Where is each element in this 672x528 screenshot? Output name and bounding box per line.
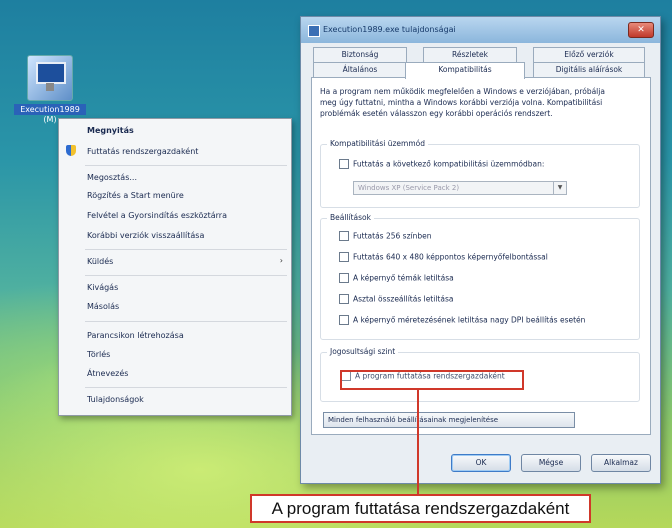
ok-button[interactable]: OK	[451, 454, 511, 472]
uac-shield-icon	[66, 145, 76, 156]
chevron-down-icon: ▼	[553, 182, 566, 194]
menu-item-share[interactable]: Megosztás...	[87, 173, 137, 182]
checkbox-compat-mode[interactable]: Futtatás a következő kompatibilitási üze…	[339, 159, 544, 169]
menu-item-create-shortcut[interactable]: Parancsikon létrehozása	[87, 331, 184, 340]
tab-previous-versions[interactable]: Előző verziók	[533, 47, 645, 62]
menu-item-run-as-admin[interactable]: Futtatás rendszergazdaként	[87, 147, 198, 156]
menu-item-properties[interactable]: Tulajdonságok	[87, 395, 144, 404]
os-select[interactable]: Windows XP (Service Pack 2) ▼	[353, 181, 567, 195]
group-settings: Beállítások Futtatás 256 színben Futtatá…	[320, 213, 640, 340]
menu-item-delete[interactable]: Törlés	[87, 350, 110, 359]
group-title: Kompatibilitási üzemmód	[327, 139, 429, 148]
checkbox-640x480[interactable]: Futtatás 640 x 480 képpontos képernyőfel…	[339, 252, 548, 262]
program-icon	[27, 55, 73, 101]
tab-compatibility[interactable]: Kompatibilitás	[405, 62, 525, 79]
context-menu: Megnyitás Futtatás rendszergazdaként Meg…	[58, 118, 292, 416]
checkbox-disable-themes[interactable]: A képernyő témák letiltása	[339, 273, 454, 283]
desktop-icon-label: Execution1989	[14, 104, 86, 115]
show-all-users-button[interactable]: Minden felhasználó beállításainak megjel…	[323, 412, 575, 428]
checkbox-icon	[339, 294, 349, 304]
intro-text: Ha a program nem működik megfelelően a W…	[320, 87, 605, 118]
menu-item-restore-versions[interactable]: Korábbi verziók visszaállítása	[87, 231, 204, 240]
checkbox-icon	[339, 315, 349, 325]
close-button[interactable]: ✕	[628, 22, 654, 38]
checkbox-icon	[339, 273, 349, 283]
dialog-title: Execution1989.exe tulajdonságai	[323, 25, 456, 34]
cancel-button[interactable]: Mégse	[521, 454, 581, 472]
menu-item-copy[interactable]: Másolás	[87, 302, 119, 311]
menu-item-rename[interactable]: Átnevezés	[87, 369, 128, 378]
checkbox-disable-dpi-scaling[interactable]: A képernyő méretezésének letiltása nagy …	[339, 315, 589, 325]
menu-item-send-to[interactable]: Küldés	[87, 257, 113, 266]
tab-security[interactable]: Biztonság	[313, 47, 407, 62]
dialog-title-bar[interactable]: Execution1989.exe tulajdonságai ✕	[301, 17, 660, 43]
tab-general[interactable]: Általános	[313, 62, 407, 77]
highlight-box	[340, 370, 524, 390]
menu-item-open[interactable]: Megnyitás	[87, 126, 134, 135]
tab-digital-signatures[interactable]: Digitális aláírások	[533, 62, 645, 77]
checkbox-icon	[339, 231, 349, 241]
app-icon	[308, 25, 320, 37]
checkbox-icon	[339, 252, 349, 262]
menu-item-cut[interactable]: Kivágás	[87, 283, 118, 292]
callout-leader-line	[417, 388, 419, 495]
group-title: Jogosultsági szint	[327, 347, 399, 356]
menu-item-pin-start[interactable]: Rögzítés a Start menüre	[87, 191, 184, 200]
menu-item-add-quicklaunch[interactable]: Felvétel a Gyorsindítás eszköztárra	[87, 211, 227, 220]
checkbox-disable-composition[interactable]: Asztal összeállítás letiltása	[339, 294, 453, 304]
apply-button[interactable]: Alkalmaz	[591, 454, 651, 472]
checkbox-icon	[339, 159, 349, 169]
desktop-program-icon[interactable]: Execution1989 (M)	[14, 55, 86, 124]
group-compat-mode: Kompatibilitási üzemmód Futtatás a követ…	[320, 139, 640, 208]
group-title: Beállítások	[327, 213, 374, 222]
checkbox-256-colors[interactable]: Futtatás 256 színben	[339, 231, 431, 241]
properties-dialog: Execution1989.exe tulajdonságai ✕ Bizton…	[300, 16, 661, 484]
tab-details[interactable]: Részletek	[423, 47, 517, 62]
submenu-arrow-icon: ›	[279, 256, 283, 265]
callout-label: A program futtatása rendszergazdaként	[250, 494, 591, 523]
